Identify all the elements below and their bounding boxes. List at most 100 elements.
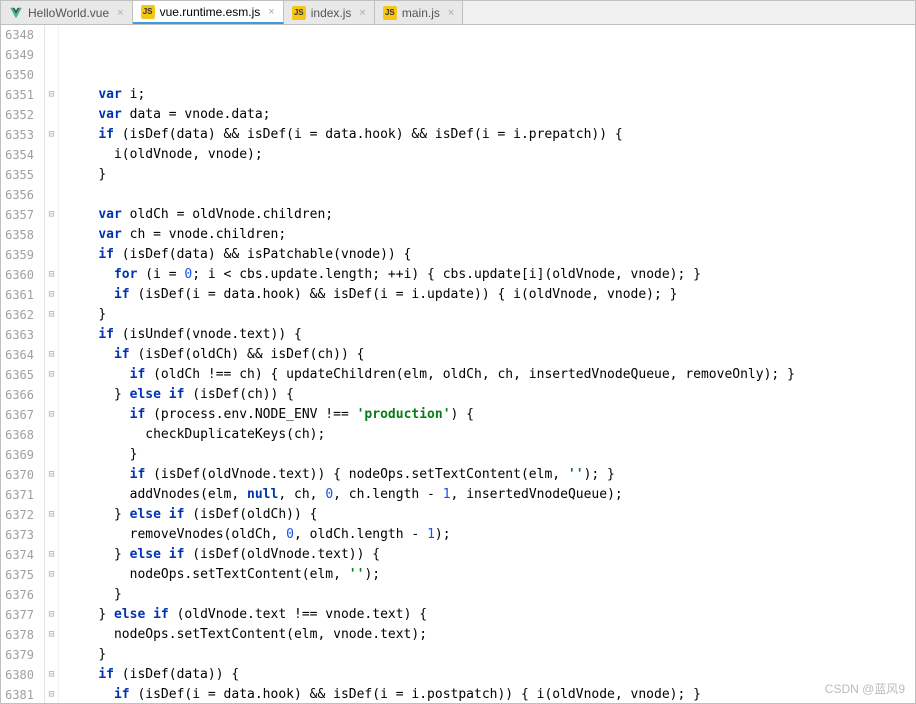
code-line[interactable]: if (isDef(i = data.hook) && isDef(i = i.… [67, 285, 915, 305]
token-num: 1 [443, 487, 451, 502]
code-line[interactable]: var oldCh = oldVnode.children; [67, 205, 915, 225]
code-line[interactable]: } [67, 165, 915, 185]
line-number: 6363 [5, 325, 34, 345]
token-id: (isDef(oldCh)) { [184, 507, 317, 522]
code-line[interactable]: } [67, 445, 915, 465]
fold-toggle-icon[interactable]: ⊟ [45, 365, 58, 385]
token-id: } [114, 587, 122, 602]
token-id: oldCh = oldVnode.children; [122, 207, 333, 222]
fold-spacer [45, 245, 58, 265]
token-id: , ch, [278, 487, 325, 502]
fold-toggle-icon[interactable]: ⊟ [45, 465, 58, 485]
code-line[interactable]: } [67, 305, 915, 325]
fold-toggle-icon[interactable]: ⊟ [45, 265, 58, 285]
line-number: 6354 [5, 145, 34, 165]
code-line[interactable]: } else if (isDef(ch)) { [67, 385, 915, 405]
token-kw: if [98, 247, 114, 262]
line-number: 6372 [5, 505, 34, 525]
line-number: 6357 [5, 205, 34, 225]
code-line[interactable]: if (isDef(i = data.hook) && isDef(i = i.… [67, 685, 915, 703]
fold-toggle-icon[interactable]: ⊟ [45, 125, 58, 145]
tab-main-js[interactable]: JSmain.js× [375, 1, 463, 24]
line-number: 6367 [5, 405, 34, 425]
token-id: } [130, 447, 138, 462]
line-number: 6361 [5, 285, 34, 305]
fold-toggle-icon[interactable]: ⊟ [45, 405, 58, 425]
token-id: } [98, 607, 114, 622]
fold-toggle-icon[interactable]: ⊟ [45, 285, 58, 305]
code-line[interactable] [67, 65, 915, 85]
line-number: 6358 [5, 225, 34, 245]
fold-toggle-icon[interactable]: ⊟ [45, 625, 58, 645]
token-id: ) { [451, 407, 474, 422]
tab-vue-runtime-esm-js[interactable]: JSvue.runtime.esm.js× [133, 1, 284, 24]
fold-toggle-icon[interactable]: ⊟ [45, 545, 58, 565]
token-id: nodeOps.setTextContent(elm, vnode.text); [114, 627, 427, 642]
code-line[interactable]: if (isDef(data) && isPatchable(vnode)) { [67, 245, 915, 265]
line-number: 6366 [5, 385, 34, 405]
code-content[interactable]: var i; var data = vnode.data; if (isDef(… [59, 25, 915, 703]
token-kw: var [98, 107, 121, 122]
code-line[interactable]: } [67, 585, 915, 605]
tab-helloworld-vue[interactable]: HelloWorld.vue× [1, 1, 133, 24]
token-kw: if [130, 407, 146, 422]
close-icon[interactable]: × [117, 7, 123, 19]
code-line[interactable]: if (isDef(oldVnode.text)) { nodeOps.setT… [67, 465, 915, 485]
token-num: 0 [286, 527, 294, 542]
token-id: removeVnodes(oldCh, [130, 527, 287, 542]
fold-toggle-icon[interactable]: ⊟ [45, 205, 58, 225]
token-kw: null [247, 487, 278, 502]
fold-toggle-icon[interactable]: ⊟ [45, 565, 58, 585]
js-icon: JS [292, 6, 306, 20]
code-line[interactable] [67, 185, 915, 205]
token-str: '' [568, 467, 584, 482]
fold-toggle-icon[interactable]: ⊟ [45, 665, 58, 685]
code-line[interactable]: if (isUndef(vnode.text)) { [67, 325, 915, 345]
code-line[interactable]: if (isDef(oldCh) && isDef(ch)) { [67, 345, 915, 365]
line-number: 6368 [5, 425, 34, 445]
code-line[interactable]: var i; [67, 85, 915, 105]
code-line[interactable]: var data = vnode.data; [67, 105, 915, 125]
line-number: 6356 [5, 185, 34, 205]
code-line[interactable]: } else if (isDef(oldVnode.text)) { [67, 545, 915, 565]
fold-toggle-icon[interactable]: ⊟ [45, 505, 58, 525]
token-id: (isDef(data) && isDef(i = data.hook) && … [114, 127, 623, 142]
code-line[interactable]: if (process.env.NODE_ENV !== 'production… [67, 405, 915, 425]
code-line[interactable]: if (isDef(data) && isDef(i = data.hook) … [67, 125, 915, 145]
code-line[interactable]: checkDuplicateKeys(ch); [67, 425, 915, 445]
code-line[interactable]: } else if (isDef(oldCh)) { [67, 505, 915, 525]
token-id: (isDef(oldCh) && isDef(ch)) { [130, 347, 365, 362]
token-id: ); [364, 567, 380, 582]
token-kw: if [98, 667, 114, 682]
tab-bar: HelloWorld.vue×JSvue.runtime.esm.js×JSin… [1, 1, 915, 25]
code-line[interactable]: nodeOps.setTextContent(elm, ''); [67, 565, 915, 585]
line-number: 6348 [5, 25, 34, 45]
fold-toggle-icon[interactable]: ⊟ [45, 345, 58, 365]
line-number: 6370 [5, 465, 34, 485]
code-line[interactable]: nodeOps.setTextContent(elm, vnode.text); [67, 625, 915, 645]
code-line[interactable]: i(oldVnode, vnode); [67, 145, 915, 165]
code-line[interactable]: if (oldCh !== ch) { updateChildren(elm, … [67, 365, 915, 385]
token-id: ; i < cbs.update.length; ++i) { cbs.upda… [192, 267, 701, 282]
close-icon[interactable]: × [268, 6, 274, 18]
fold-toggle-icon[interactable]: ⊟ [45, 605, 58, 625]
fold-toggle-icon[interactable]: ⊟ [45, 685, 58, 703]
fold-toggle-icon[interactable]: ⊟ [45, 305, 58, 325]
fold-toggle-icon[interactable]: ⊟ [45, 85, 58, 105]
token-id: (isDef(i = data.hook) && isDef(i = i.upd… [130, 287, 678, 302]
token-id: (isDef(ch)) { [184, 387, 294, 402]
token-id: i; [122, 87, 145, 102]
tab-index-js[interactable]: JSindex.js× [284, 1, 375, 24]
token-num: 1 [427, 527, 435, 542]
code-line[interactable]: addVnodes(elm, null, ch, 0, ch.length - … [67, 485, 915, 505]
code-line[interactable]: var ch = vnode.children; [67, 225, 915, 245]
close-icon[interactable]: × [359, 7, 365, 19]
token-id: ); } [584, 467, 615, 482]
code-line[interactable]: for (i = 0; i < cbs.update.length; ++i) … [67, 265, 915, 285]
code-line[interactable]: removeVnodes(oldCh, 0, oldCh.length - 1)… [67, 525, 915, 545]
code-line[interactable]: } [67, 645, 915, 665]
code-line[interactable]: } else if (oldVnode.text !== vnode.text)… [67, 605, 915, 625]
close-icon[interactable]: × [448, 7, 454, 19]
fold-spacer [45, 45, 58, 65]
code-line[interactable]: if (isDef(data)) { [67, 665, 915, 685]
